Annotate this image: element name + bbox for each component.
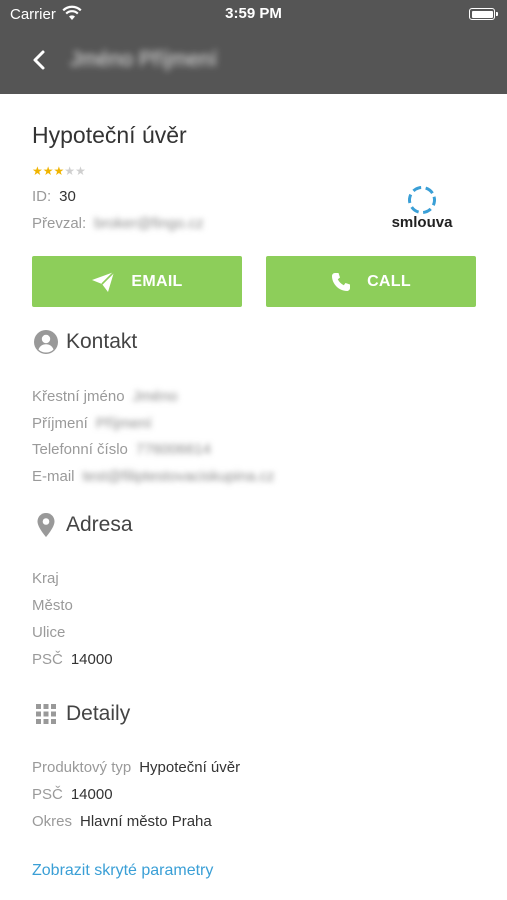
- address-city: Město: [32, 597, 81, 614]
- smlouva-logo: smlouva: [388, 184, 456, 236]
- section-details-title: Detaily: [66, 702, 131, 725]
- address-region: Kraj: [32, 570, 67, 587]
- star-icon: ★: [75, 164, 86, 178]
- section-address-header: Adresa: [32, 511, 133, 539]
- field-label: Produktový typ: [32, 759, 132, 776]
- address-street: Ulice: [32, 624, 73, 641]
- field-value: 14000: [70, 651, 113, 668]
- field-label: Křestní jméno: [32, 388, 125, 405]
- star-icon: ★: [53, 164, 65, 178]
- field-label: Příjmení: [32, 415, 88, 432]
- field-label: Okres: [32, 813, 73, 830]
- contact-phone: Telefonní číslo 776006614: [32, 441, 211, 458]
- id-row: ID: 30: [32, 188, 76, 205]
- location-pin-icon: [32, 511, 60, 539]
- section-details-header: Detaily: [32, 700, 130, 728]
- address-postal-code: PSČ 14000: [32, 651, 113, 668]
- section-contact-title: Kontakt: [66, 330, 138, 353]
- field-value: Příjmení: [95, 415, 152, 432]
- field-label: Kraj: [32, 570, 59, 587]
- show-hidden-parameters-link[interactable]: Zobrazit skryté parametry: [32, 862, 213, 880]
- battery-icon: [469, 8, 498, 20]
- field-value: Jméno: [132, 388, 178, 405]
- field-label: E-mail: [32, 468, 75, 485]
- contact-last-name: Příjmení Příjmení: [32, 415, 152, 432]
- field-label: PSČ: [32, 651, 63, 668]
- star-icon: ★: [42, 164, 54, 178]
- id-value: 30: [59, 188, 76, 205]
- details-postal-code: PSČ 14000: [32, 786, 113, 803]
- call-button[interactable]: CALL: [266, 256, 476, 307]
- clock: 3:59 PM: [225, 5, 282, 22]
- field-label: Město: [32, 597, 73, 614]
- status-bar: Carrier 3:59 PM: [0, 0, 507, 28]
- detail-content: Hypoteční úvěr ★★★★★ ID: 30 Převzal: broke…: [0, 94, 507, 900]
- chevron-left-icon[interactable]: [24, 44, 56, 76]
- email-button-label: EMAIL: [131, 272, 183, 290]
- grid-icon: [32, 700, 60, 728]
- contact-email: E-mail test@filiptestovaciskupina.cz: [32, 468, 275, 485]
- field-label: Ulice: [32, 624, 66, 641]
- details-district: Okres Hlavní město Praha: [32, 813, 212, 830]
- rating-stars: ★★★★★: [32, 164, 86, 178]
- navigation-bar: Jméno Příjmení: [0, 28, 507, 94]
- taken-label: Převzal:: [32, 215, 87, 232]
- field-value: Hypoteční úvěr: [139, 759, 241, 776]
- section-contact-header: Kontakt: [32, 328, 137, 356]
- field-value: Hlavní město Praha: [80, 813, 212, 830]
- send-icon: [92, 270, 115, 292]
- id-label: ID:: [32, 188, 52, 205]
- field-value: 776006614: [135, 441, 211, 458]
- page-title: Hypoteční úvěr: [32, 122, 187, 148]
- person-icon: [32, 328, 60, 356]
- logo-ring-icon: [408, 186, 436, 214]
- contact-first-name: Křestní jméno Jméno: [32, 388, 178, 405]
- logo-text: smlouva: [391, 214, 453, 231]
- email-button[interactable]: EMAIL: [32, 256, 242, 307]
- nav-title: Jméno Příjmení: [70, 48, 218, 71]
- phone-icon: [332, 272, 351, 291]
- details-product-type: Produktový typ Hypoteční úvěr: [32, 759, 240, 776]
- taken-value: broker@fingo.cz: [94, 215, 204, 232]
- field-label: Telefonní číslo: [32, 441, 128, 458]
- section-address-title: Adresa: [66, 513, 133, 536]
- taken-row: Převzal: broker@fingo.cz: [32, 215, 204, 232]
- star-icon: ★: [32, 164, 43, 178]
- star-icon: ★: [64, 164, 76, 178]
- field-label: PSČ: [32, 786, 63, 803]
- field-value: 14000: [70, 786, 113, 803]
- call-button-label: CALL: [367, 272, 411, 290]
- field-value: test@filiptestovaciskupina.cz: [82, 468, 275, 485]
